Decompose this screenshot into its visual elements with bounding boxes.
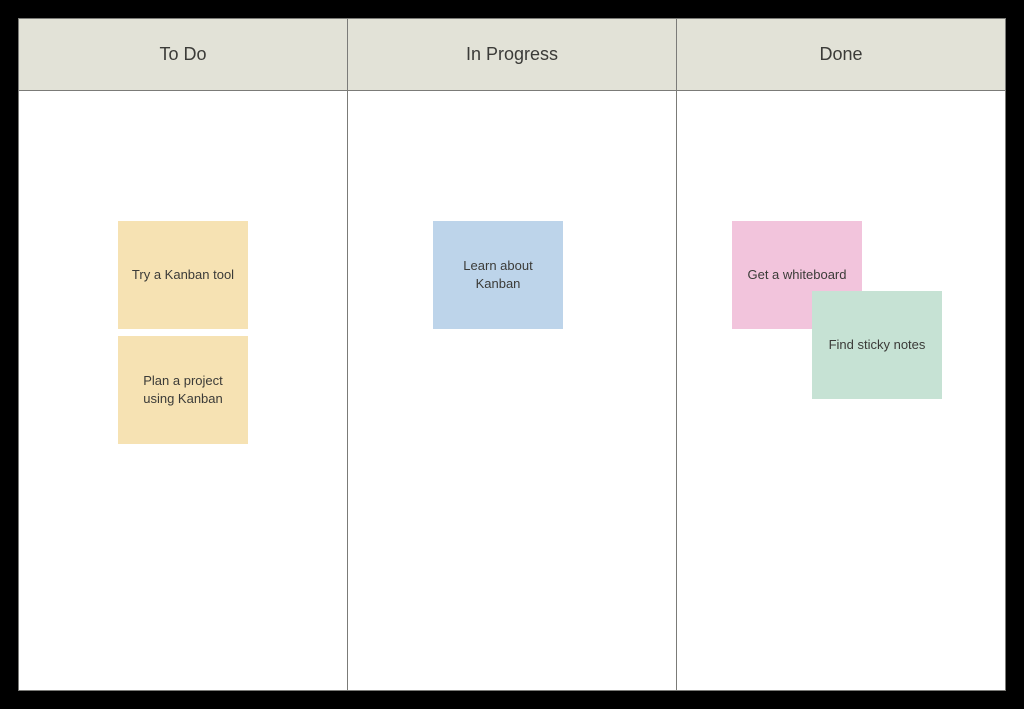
card-label: Learn about Kanban — [443, 257, 553, 292]
card-plan-project[interactable]: Plan a project using Kanban — [118, 336, 248, 444]
column-header-todo: To Do — [19, 19, 348, 91]
column-header-done: Done — [677, 19, 1005, 91]
card-learn-kanban[interactable]: Learn about Kanban — [433, 221, 563, 329]
card-try-kanban-tool[interactable]: Try a Kanban tool — [118, 221, 248, 329]
column-header-in-progress: In Progress — [348, 19, 677, 91]
column-done[interactable]: Get a whiteboard Find sticky notes — [677, 91, 1005, 690]
column-title: To Do — [159, 44, 206, 65]
column-headers: To Do In Progress Done — [19, 19, 1005, 91]
card-label: Find sticky notes — [829, 336, 926, 354]
column-in-progress[interactable]: Learn about Kanban — [348, 91, 677, 690]
column-title: In Progress — [466, 44, 558, 65]
card-label: Plan a project using Kanban — [128, 372, 238, 407]
card-label: Try a Kanban tool — [132, 266, 234, 284]
column-title: Done — [819, 44, 862, 65]
card-label: Get a whiteboard — [747, 266, 846, 284]
card-find-sticky-notes[interactable]: Find sticky notes — [812, 291, 942, 399]
kanban-board: To Do In Progress Done Try a Kanban tool… — [18, 18, 1006, 691]
column-bodies: Try a Kanban tool Plan a project using K… — [19, 91, 1005, 690]
column-todo[interactable]: Try a Kanban tool Plan a project using K… — [19, 91, 348, 690]
